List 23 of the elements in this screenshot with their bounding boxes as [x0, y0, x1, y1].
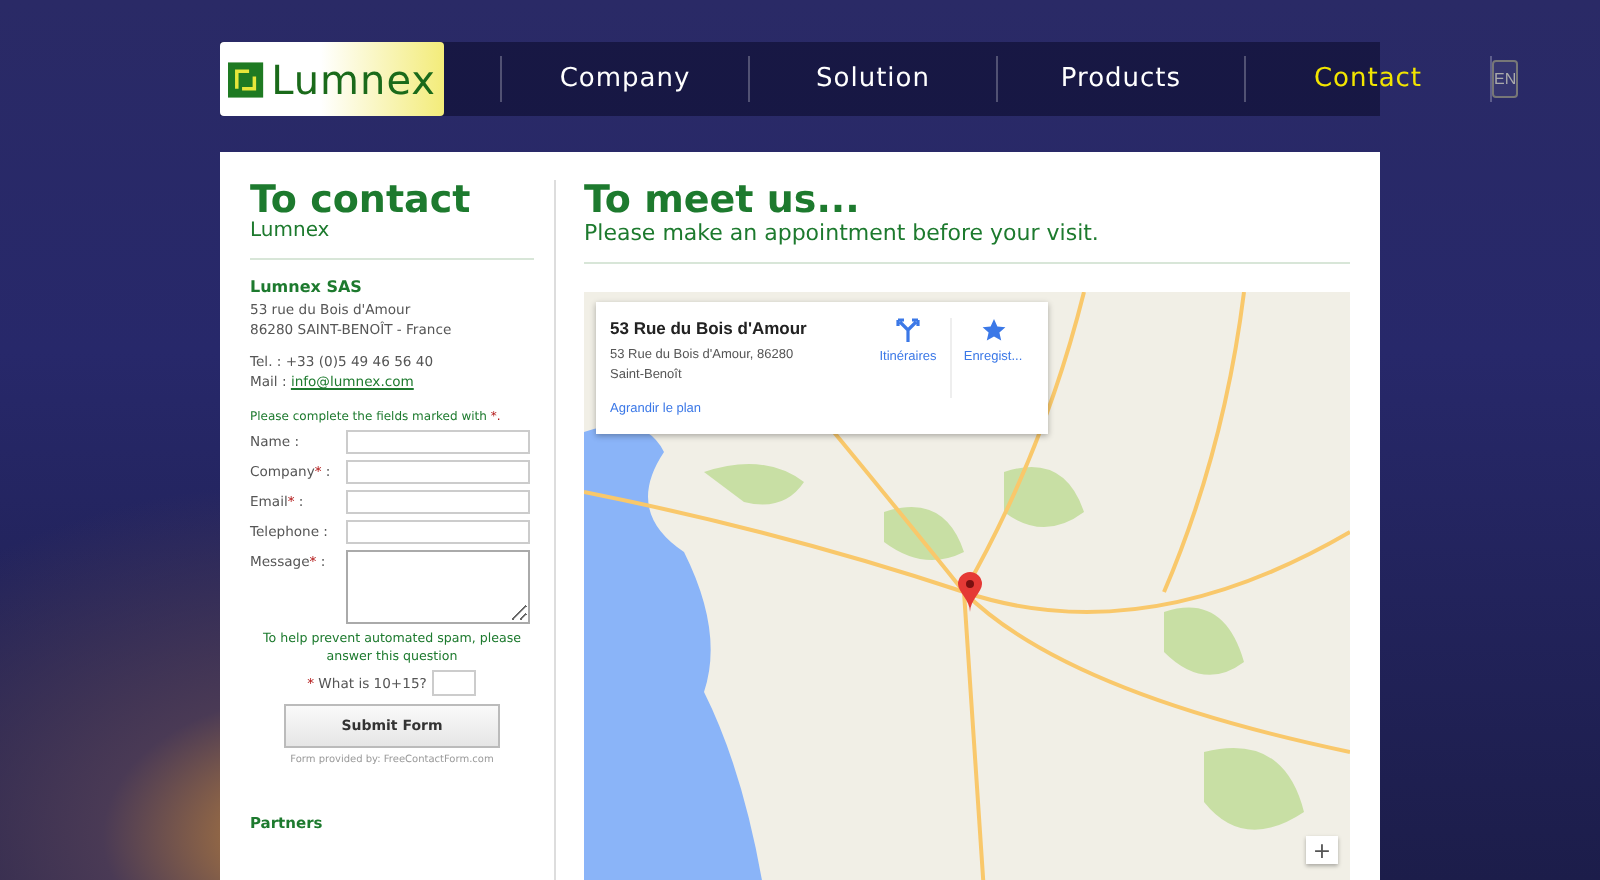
- input-field[interactable]: [346, 520, 530, 544]
- logo-icon: [228, 59, 264, 99]
- zoom-in-button[interactable]: +: [1306, 836, 1338, 864]
- language-button[interactable]: EN: [1492, 60, 1519, 98]
- section-subtitle: Please make an appointment before your visit.: [584, 220, 1101, 246]
- section-title: To contact: [250, 180, 473, 220]
- nav-tab[interactable]: Solution: [748, 56, 996, 102]
- company-name: Lumnex SAS: [250, 278, 364, 296]
- place-title: 53 Rue du Bois d'Amour: [610, 318, 807, 338]
- input-field[interactable]: [346, 490, 530, 514]
- lumnex-logo[interactable]: Lumnex: [220, 42, 444, 116]
- section-subtitle: Lumnex: [250, 220, 332, 242]
- fork-arrow-icon: [896, 318, 920, 342]
- input-field[interactable]: [346, 430, 530, 454]
- map-pin-icon: [958, 572, 982, 612]
- star-icon: [981, 318, 1005, 342]
- input-field[interactable]: [346, 460, 530, 484]
- captcha-field[interactable]: [432, 670, 477, 696]
- nav-tab[interactable]: Contact: [1244, 56, 1492, 102]
- nav-tab[interactable]: Company: [500, 56, 748, 102]
- message-field[interactable]: [346, 550, 530, 624]
- nav-tab[interactable]: Products: [996, 56, 1244, 102]
- section-title: To meet us...: [584, 180, 862, 220]
